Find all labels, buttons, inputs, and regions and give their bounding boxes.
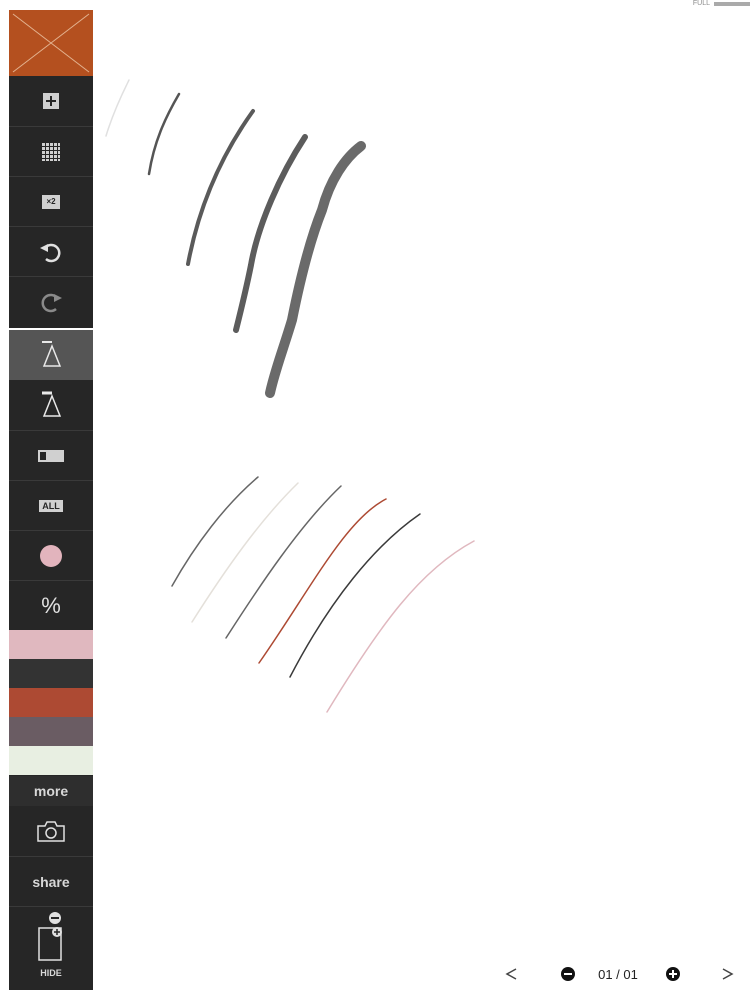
stroke (326, 540, 475, 713)
toolbar: ×2 ALL % more share HIDE (9, 10, 93, 990)
stroke (289, 513, 421, 678)
more-colors-button[interactable]: more (9, 776, 93, 806)
eraser-button[interactable] (9, 430, 93, 480)
multiply-label: ×2 (46, 197, 56, 206)
pen-thin-icon (42, 391, 62, 417)
stroke (105, 79, 130, 137)
add-icon (43, 93, 59, 109)
stroke (258, 498, 387, 664)
eraser-icon (38, 449, 64, 462)
stroke (171, 476, 259, 587)
color-swatch-dark[interactable] (9, 659, 93, 688)
close-icon (12, 13, 90, 73)
zoom-out-button[interactable] (556, 962, 580, 986)
color-swatch-mint[interactable] (9, 746, 93, 775)
grid-icon (42, 142, 60, 161)
color-swatch-rust[interactable] (9, 688, 93, 717)
page-size-control[interactable] (9, 906, 93, 968)
grid-button[interactable] (9, 126, 93, 176)
hide-toolbar-button[interactable]: HIDE (9, 968, 93, 978)
share-button[interactable]: share (9, 856, 93, 906)
minus-circle-icon (561, 967, 575, 981)
opacity-icon: % (41, 592, 61, 618)
camera-icon (37, 821, 65, 842)
full-toggle[interactable] (714, 2, 750, 6)
select-all-button[interactable]: ALL (9, 480, 93, 530)
prev-page-icon (505, 968, 517, 980)
stroke (147, 92, 181, 176)
stroke (265, 141, 366, 398)
full-label: FULL (692, 0, 710, 7)
opacity-button[interactable]: % (9, 580, 93, 630)
close-button[interactable] (9, 10, 93, 76)
pen-thick-button[interactable] (9, 330, 93, 380)
color-icon (40, 544, 62, 567)
redo-button[interactable] (9, 276, 93, 326)
stroke (191, 482, 299, 623)
pen-thick-icon (42, 341, 62, 367)
multiply-icon: ×2 (42, 194, 60, 209)
prev-page-button[interactable] (500, 962, 524, 986)
camera-button[interactable] (9, 806, 93, 856)
drawing-canvas[interactable] (0, 0, 750, 1000)
undo-button[interactable] (9, 226, 93, 276)
color-swatch-pink[interactable] (9, 630, 93, 659)
color-button[interactable] (9, 530, 93, 580)
share-label: share (32, 873, 70, 890)
stroke (225, 485, 342, 639)
zoom-in-button[interactable] (661, 962, 685, 986)
plus-circle-icon (666, 967, 680, 981)
multiply-button[interactable]: ×2 (9, 176, 93, 226)
undo-icon (40, 243, 61, 262)
page-navigation: 01 / 01 (500, 962, 745, 986)
select-all-label: ALL (42, 500, 60, 511)
redo-icon (41, 293, 62, 312)
next-page-icon (722, 968, 734, 980)
select-all-icon: ALL (39, 499, 63, 512)
pen-thin-button[interactable] (9, 380, 93, 430)
color-swatch-mauve[interactable] (9, 717, 93, 746)
next-page-button[interactable] (715, 962, 739, 986)
page-counter: 01 / 01 (598, 966, 638, 982)
add-page-button[interactable] (9, 76, 93, 126)
page-icon (38, 911, 62, 961)
stroke (186, 109, 255, 266)
